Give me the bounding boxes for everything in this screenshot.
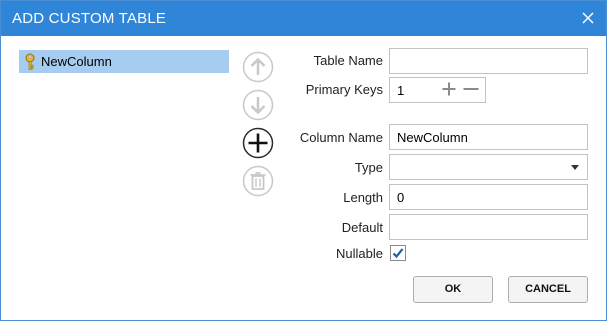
minus-icon[interactable] (463, 82, 479, 96)
default-label: Default (341, 220, 383, 235)
type-label: Type (354, 160, 383, 175)
table-name-field[interactable] (389, 48, 588, 74)
cancel-button[interactable]: CANCEL (508, 276, 588, 303)
list-item[interactable]: NewColumn (19, 50, 229, 73)
close-icon[interactable] (579, 9, 597, 27)
length-field[interactable]: 0 (389, 184, 588, 210)
nullable-label: Nullable (336, 246, 383, 261)
default-field[interactable] (389, 214, 588, 240)
primary-keys-label: Primary Keys (305, 82, 383, 97)
column-name-value: NewColumn (397, 130, 468, 145)
ok-button[interactable]: OK (413, 276, 493, 303)
column-name-field[interactable]: NewColumn (389, 124, 588, 150)
list-item-label: NewColumn (41, 54, 112, 69)
title-bar: ADD CUSTOM TABLE (1, 1, 606, 36)
column-name-label: Column Name (299, 130, 383, 145)
column-list: NewColumn (19, 50, 229, 260)
key-icon (23, 53, 37, 71)
plus-icon[interactable] (442, 82, 456, 96)
table-name-label: Table Name (313, 53, 383, 68)
dialog-title: ADD CUSTOM TABLE (12, 10, 167, 27)
add-custom-table-dialog: ADD CUSTOM TABLE NewColumn Table Name Pr… (0, 0, 607, 321)
chevron-down-icon (571, 165, 579, 170)
length-label: Length (343, 190, 383, 205)
check-icon (392, 248, 404, 259)
nullable-checkbox[interactable] (390, 245, 406, 261)
primary-keys-value: 1 (397, 83, 405, 98)
length-value: 0 (397, 190, 405, 205)
type-dropdown[interactable] (389, 154, 588, 180)
